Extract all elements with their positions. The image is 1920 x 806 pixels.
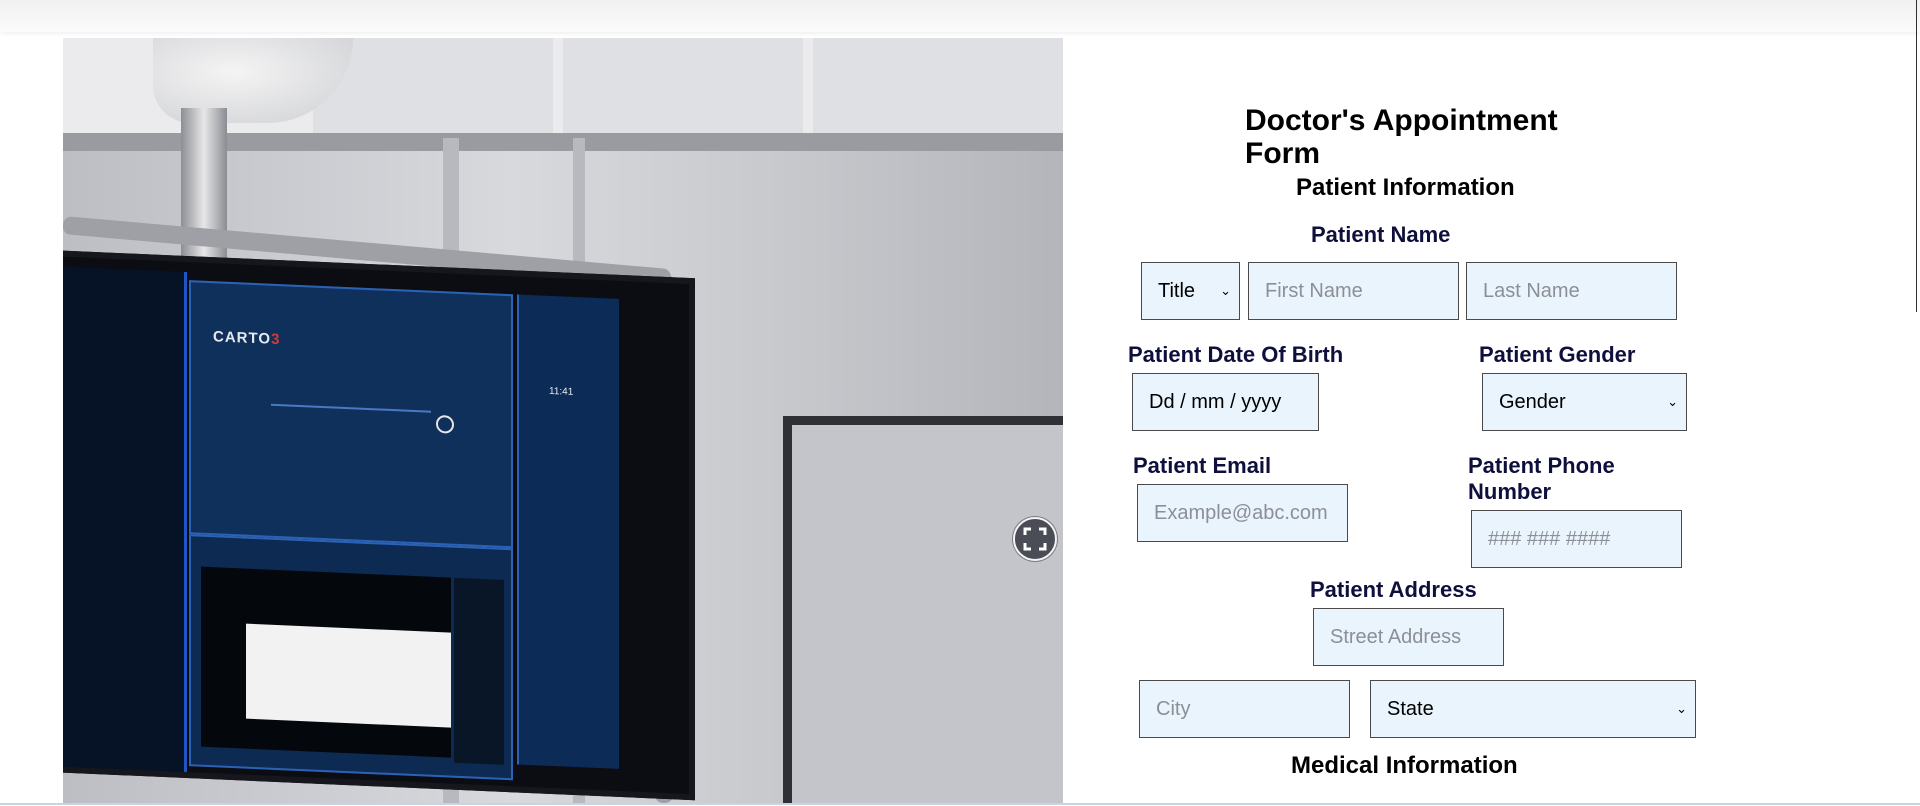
screen-thumbnails: [454, 577, 504, 765]
monitor-left-panel: [63, 266, 187, 773]
dob-label: Patient Date Of Birth: [1128, 342, 1344, 367]
ceiling-panel: [813, 38, 1063, 133]
monitor-bottom-panel: [189, 534, 513, 781]
patient-name-label: Patient Name: [1311, 222, 1451, 247]
screen-dialog: [246, 623, 451, 728]
power-icon: [436, 414, 454, 434]
expand-button[interactable]: [1013, 517, 1057, 561]
phone-input[interactable]: ### ### ####: [1471, 510, 1682, 568]
ceiling-panel: [563, 38, 803, 133]
top-bar: [0, 0, 1920, 32]
screen-button-row: [271, 403, 431, 419]
medical-monitor: CARTO3 11:41: [63, 249, 695, 801]
chevron-down-icon: ⌄: [1220, 283, 1231, 298]
email-label: Patient Email: [1133, 453, 1272, 478]
chevron-down-icon: ⌄: [1667, 394, 1678, 409]
scrollbar[interactable]: [1916, 0, 1917, 312]
door: [783, 416, 1063, 805]
title-select-value: Title: [1158, 279, 1196, 302]
screen-clock: 11:41: [549, 385, 574, 398]
section-heading-patient: Patient Information: [1296, 174, 1515, 201]
gender-select[interactable]: Gender ⌄: [1482, 373, 1687, 431]
phone-label: Patient Phone Number: [1468, 453, 1615, 504]
hero-image: CARTO3 11:41: [63, 38, 1063, 805]
monitor-side-panel: 11:41: [517, 294, 619, 769]
bottom-border: [0, 803, 1920, 805]
first-name-input[interactable]: First Name: [1248, 262, 1459, 320]
last-name-input[interactable]: Last Name: [1466, 262, 1677, 320]
dob-input[interactable]: Dd / mm / yyyy: [1132, 373, 1319, 431]
form-title: Doctor's Appointment Form: [1245, 104, 1558, 170]
screen-window: [201, 566, 451, 758]
chevron-down-icon: ⌄: [1676, 701, 1687, 716]
expand-icon: [1023, 527, 1047, 551]
section-heading-medical: Medical Information: [1291, 752, 1518, 779]
address-label: Patient Address: [1310, 577, 1477, 602]
gender-label: Patient Gender: [1479, 342, 1636, 367]
screen-brand: CARTO3: [213, 328, 281, 349]
street-address-input[interactable]: Street Address: [1313, 608, 1504, 666]
state-select-value: State: [1387, 697, 1434, 720]
title-select[interactable]: Title ⌄: [1141, 262, 1240, 320]
gender-select-value: Gender: [1499, 390, 1566, 413]
email-input[interactable]: Example@abc.com: [1137, 484, 1348, 542]
city-input[interactable]: City: [1139, 680, 1350, 738]
monitor-main-panel: CARTO3: [189, 280, 513, 549]
state-select[interactable]: State ⌄: [1370, 680, 1696, 738]
